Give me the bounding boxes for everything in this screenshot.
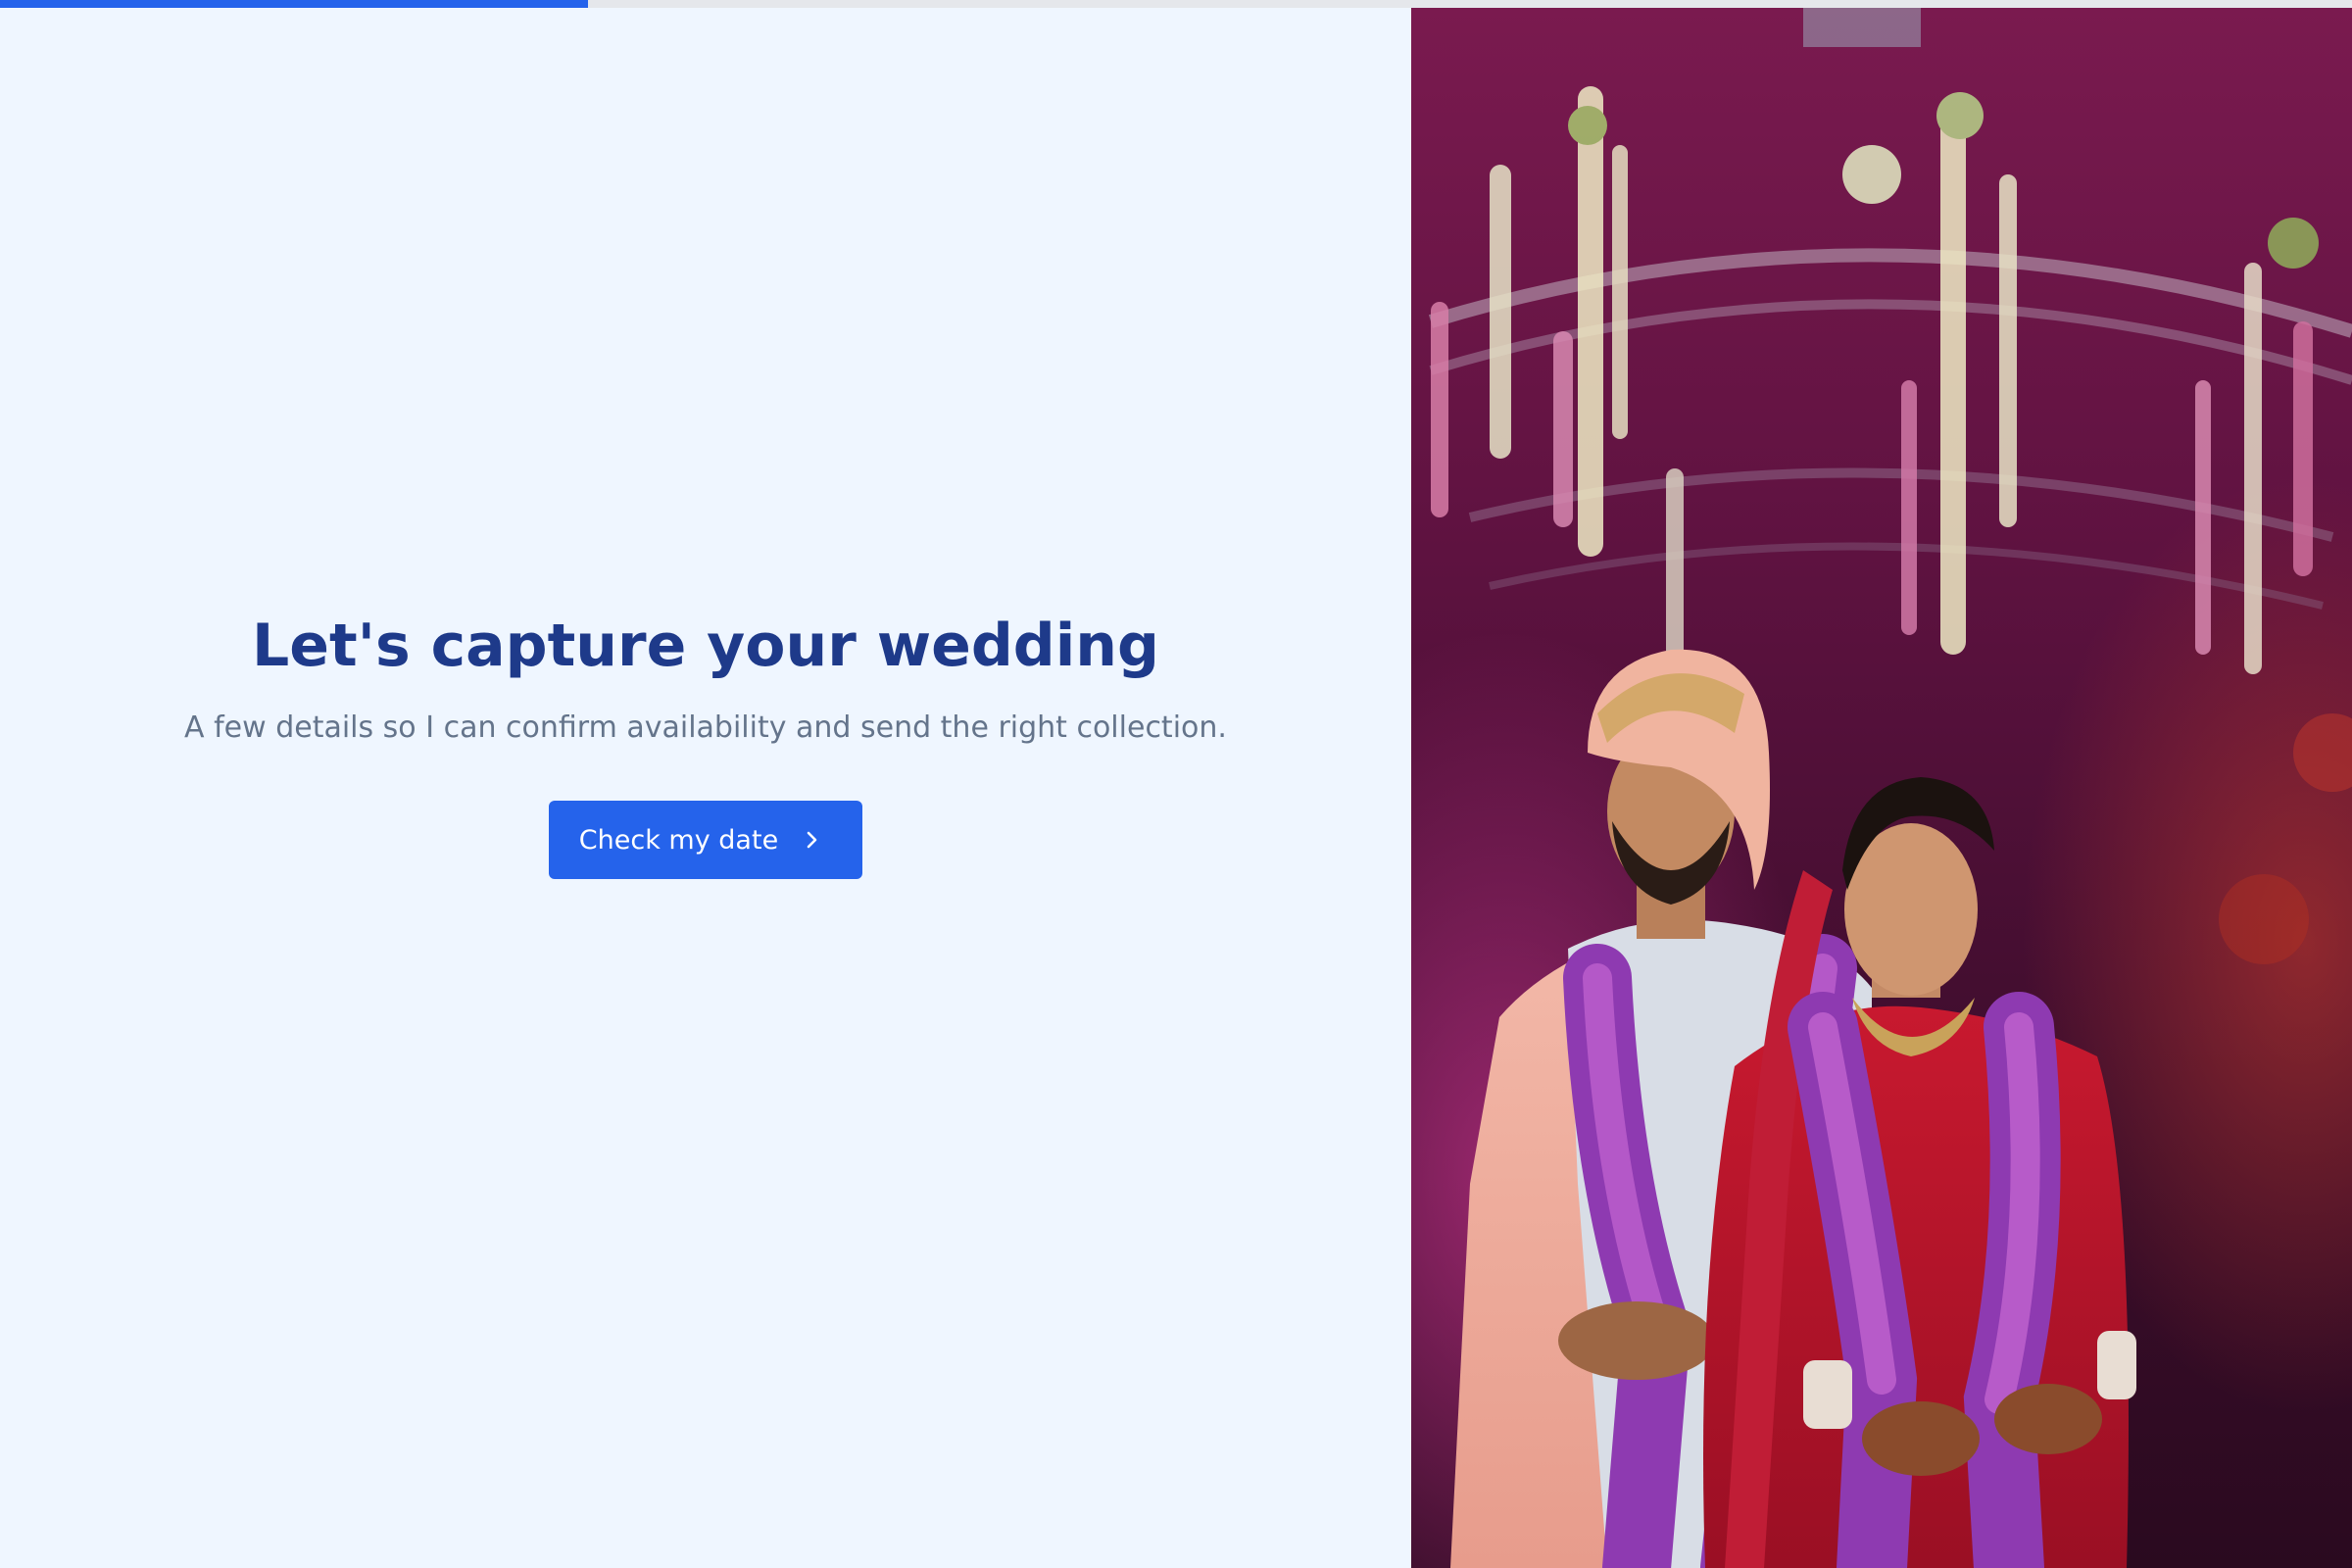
page-title: Let's capture your wedding (252, 612, 1159, 680)
progress-bar (0, 0, 2352, 8)
wedding-couple-photo (1411, 8, 2352, 1568)
progress-bar-fill (0, 0, 588, 8)
check-my-date-button[interactable]: Check my date (548, 801, 863, 879)
intro-panel: Let's capture your wedding A few details… (0, 8, 1411, 1568)
page-subtitle: A few details so I can confirm availabil… (184, 710, 1227, 745)
chevron-right-icon (800, 828, 823, 852)
intro-content: Let's capture your wedding A few details… (184, 611, 1227, 879)
check-my-date-label: Check my date (578, 824, 779, 856)
intro-screen: Let's capture your wedding A few details… (0, 0, 2352, 1568)
